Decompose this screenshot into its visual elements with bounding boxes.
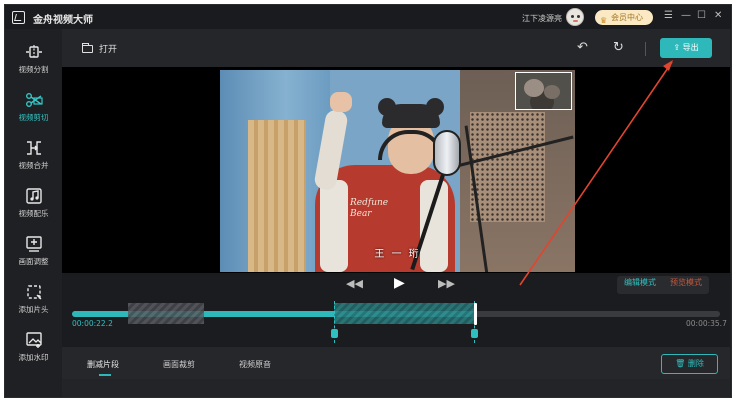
export-icon: ⇪ [673, 43, 681, 52]
edit-mode-tab[interactable]: 编辑模式 [624, 277, 656, 288]
fast-forward-icon[interactable]: ▶▶ [438, 277, 455, 290]
split-icon [25, 45, 42, 59]
toolbar-divider [645, 42, 646, 56]
merge-icon [26, 141, 41, 155]
title-bar: 金舟视频大师 江下凌源亮 ♛ 会员中心 ☰ — ☐ ✕ [5, 5, 731, 29]
delete-button[interactable]: 🗑 删除 [661, 354, 718, 374]
edit-panel: 删减片段 画面裁剪 视频原音 🗑 删除 [62, 347, 730, 397]
selected-segment[interactable] [334, 303, 474, 324]
sidebar-item-label: 视频剪切 [18, 113, 49, 122]
cap [382, 104, 440, 128]
marker-handle-icon[interactable] [471, 329, 478, 338]
maximize-icon[interactable]: ☐ [697, 10, 706, 22]
video-preview-area: Redfune Bear 王 一 珩 [62, 67, 730, 273]
pointing-hand [330, 92, 352, 112]
sidebar-item-picture-adjust[interactable]: 画面调整 [5, 229, 62, 275]
segment-start-marker[interactable] [331, 301, 338, 343]
minimize-icon[interactable]: — [681, 10, 691, 22]
sidebar-item-video-merge[interactable]: 视频合并 [5, 133, 62, 179]
edit-tabs: 删减片段 画面裁剪 视频原音 🗑 删除 [62, 347, 730, 379]
sidebar-item-video-music[interactable]: 视频配乐 [5, 181, 62, 227]
timeline-track[interactable] [72, 301, 720, 343]
watermark-icon [25, 332, 42, 348]
sidebar: 视频分割 视频剪切 视频合并 视频配乐 画面调整 添加片头 添加水印 [5, 29, 62, 397]
app-title: 金舟视频大师 [33, 15, 93, 26]
sidebar-item-label: 视频配乐 [18, 209, 49, 218]
menu-icon[interactable]: ☰ [664, 10, 673, 22]
sidebar-item-video-split[interactable]: 视频分割 [5, 37, 62, 83]
export-label: 导出 [682, 43, 699, 52]
tab-original-audio[interactable]: 视频原音 [239, 359, 271, 370]
video-subtitle: 王 一 珩 [374, 249, 421, 260]
delete-label: 删除 [687, 359, 704, 368]
folder-icon [81, 43, 93, 53]
app-logo-icon [12, 11, 25, 24]
acoustic-panel [470, 112, 545, 222]
sidebar-item-video-cut[interactable]: 视频剪切 [5, 85, 62, 131]
toolbar: 打开 ↶ ↻ ⇪ 导出 [62, 29, 730, 67]
sidebar-item-label: 画面调整 [18, 257, 49, 266]
sidebar-item-label: 添加片头 [18, 305, 49, 314]
jacket-text: Redfune Bear [350, 198, 389, 219]
sidebar-item-add-watermark[interactable]: 添加水印 [5, 325, 62, 371]
active-tab-underline [99, 374, 111, 376]
tab-delete-segment[interactable]: 删减片段 [87, 359, 119, 370]
microphone [433, 130, 461, 176]
close-icon[interactable]: ✕ [714, 10, 722, 22]
undo-icon[interactable]: ↶ [577, 40, 588, 55]
cut-segment[interactable] [128, 303, 204, 324]
music-icon [25, 188, 42, 204]
video-frame[interactable]: Redfune Bear 王 一 珩 [220, 70, 575, 272]
preview-mode-tab[interactable]: 预览模式 [670, 277, 702, 288]
sidebar-item-label: 视频合并 [18, 161, 49, 170]
play-icon[interactable]: ▶ [394, 275, 405, 291]
vip-center-button[interactable]: ♛ 会员中心 [595, 10, 653, 25]
vip-center-label: 会员中心 [611, 13, 643, 22]
sidebar-item-label: 视频分割 [18, 65, 49, 74]
redo-icon[interactable]: ↻ [613, 40, 624, 55]
adjust-icon [25, 236, 42, 252]
current-time: 00:00:22.2 [72, 319, 113, 328]
trash-icon: 🗑 [675, 359, 686, 368]
picture-in-picture [515, 72, 572, 110]
open-button[interactable]: 打开 [81, 42, 118, 55]
sidebar-item-add-intro[interactable]: 添加片头 [5, 277, 62, 323]
playhead[interactable] [474, 303, 478, 325]
crown-icon: ♛ [600, 16, 608, 25]
marker-handle-icon[interactable] [331, 329, 338, 338]
username[interactable]: 江下凌源亮 [522, 13, 562, 24]
intro-icon [26, 285, 41, 300]
timeline: 00:00:22.2 00:00:35.7 [62, 297, 730, 347]
rewind-icon[interactable]: ◀◀ [346, 277, 363, 290]
app-window: 金舟视频大师 江下凌源亮 ♛ 会员中心 ☰ — ☐ ✕ 视频分割 视频剪切 视频… [4, 4, 732, 398]
export-button[interactable]: ⇪ 导出 [660, 38, 712, 58]
avatar[interactable] [566, 8, 584, 26]
total-time: 00:00:35.7 [686, 319, 727, 328]
playback-controls: ◀◀ ▶ ▶▶ 编辑模式 预览模式 [62, 273, 730, 297]
scissors-icon [25, 93, 43, 107]
sidebar-item-label: 添加水印 [18, 353, 49, 362]
open-label: 打开 [99, 45, 118, 55]
tab-crop[interactable]: 画面裁剪 [163, 359, 195, 370]
